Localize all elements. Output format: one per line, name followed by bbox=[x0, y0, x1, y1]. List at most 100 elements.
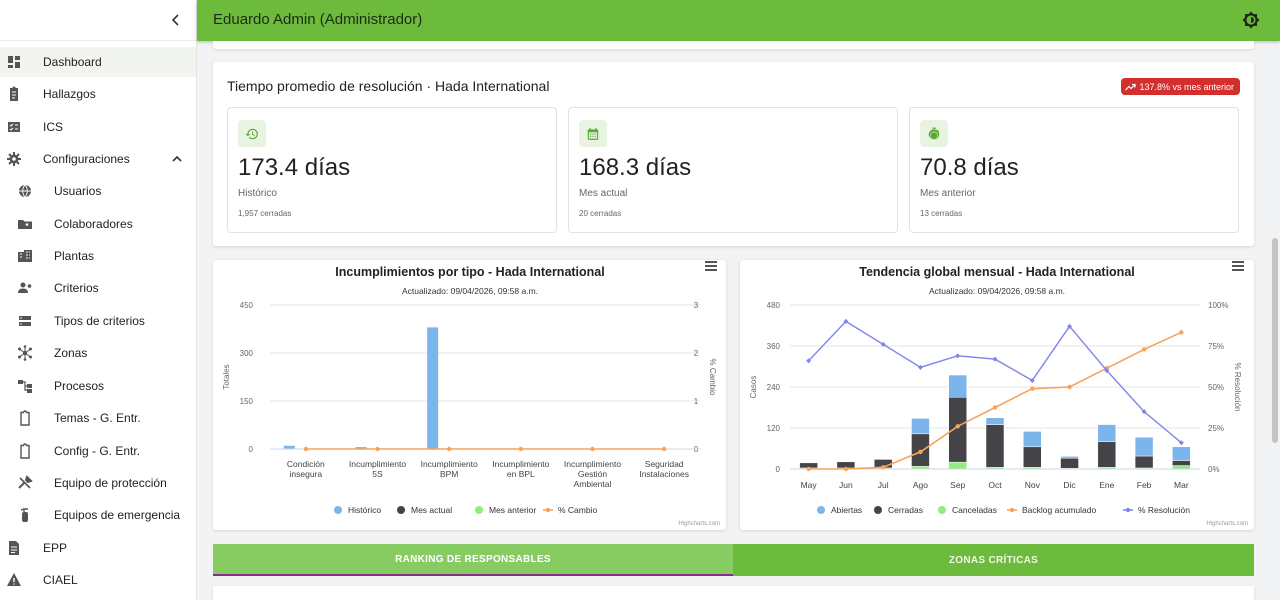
sidebar-item-zonas[interactable]: Zonas bbox=[0, 338, 196, 368]
y-tick-label: 120 bbox=[767, 424, 781, 433]
sidebar-item-configuraciones[interactable]: Configuraciones bbox=[0, 144, 196, 174]
stat-value: 173.4 días bbox=[238, 154, 351, 181]
stat-detail: 20 cerradas bbox=[579, 209, 622, 218]
x-tick-label: Incumplimiento bbox=[492, 459, 549, 469]
sidebar-item-ciael[interactable]: CIAEL bbox=[0, 565, 196, 595]
sidebar-item-temas-g-entr[interactable]: Temas - G. Entr. bbox=[0, 403, 196, 433]
point-backlog bbox=[918, 449, 923, 455]
stat-label: Mes anterior bbox=[920, 188, 976, 199]
bar-cerradas bbox=[1060, 457, 1079, 469]
y-axis-label: Totales bbox=[222, 364, 231, 389]
y2-tick-label: 75% bbox=[1208, 342, 1224, 351]
tab-ranking-responsables[interactable]: RANKING DE RESPONSABLES bbox=[213, 544, 733, 576]
page-scrollbar[interactable] bbox=[1272, 238, 1278, 443]
person-gear-icon bbox=[18, 282, 32, 293]
legend-marker bbox=[334, 506, 342, 514]
x-tick-label: Jun bbox=[839, 480, 853, 490]
chart-tendencia-svg: Tendencia global mensual - Hada Internat… bbox=[749, 265, 1248, 527]
sidebar-item-epp[interactable]: EPP bbox=[0, 533, 196, 563]
point-backlog bbox=[992, 405, 998, 410]
point-cambio bbox=[518, 446, 524, 452]
sidebar-item-colaboradores[interactable]: Colaboradores bbox=[0, 209, 196, 239]
sidebar-item-label: Hallazgos bbox=[43, 87, 96, 101]
y2-tick-label: 1 bbox=[694, 397, 699, 406]
x-tick-label: Instalaciones bbox=[639, 469, 689, 479]
bar-cerradas bbox=[1134, 455, 1154, 469]
bar-cerradas bbox=[1172, 460, 1191, 466]
x-tick-label: Gestión bbox=[578, 469, 608, 479]
chart-menu-icon[interactable] bbox=[704, 260, 718, 272]
sidebar-item-plantas[interactable]: Plantas bbox=[0, 241, 196, 271]
sidebar-item-tipos-de-criterios[interactable]: Tipos de criterios bbox=[0, 306, 196, 336]
chart-menu-icon[interactable] bbox=[1231, 260, 1245, 272]
x-tick-label: Incumplimiento bbox=[564, 459, 621, 469]
x-tick-label: Nov bbox=[1025, 480, 1041, 490]
point-backlog bbox=[806, 466, 811, 472]
clipboard-outline-icon bbox=[20, 443, 30, 459]
legend-label: Mes anterior bbox=[489, 505, 536, 515]
x-tick-label: Sep bbox=[950, 480, 965, 490]
bar-abiertas bbox=[948, 374, 967, 398]
chevron-left-icon[interactable] bbox=[168, 12, 184, 28]
point-cambio bbox=[590, 446, 595, 452]
legend-marker bbox=[545, 507, 551, 513]
sidebar-item-label: Config - G. Entr. bbox=[54, 444, 141, 458]
bar-abiertas bbox=[1097, 424, 1117, 442]
sidebar-item-criterios[interactable]: Criterios bbox=[0, 273, 196, 303]
clipboard-outline-icon bbox=[20, 410, 30, 426]
sidebar-item-label: Criterios bbox=[54, 281, 99, 295]
sidebar-item-ics[interactable]: ICS bbox=[0, 112, 196, 142]
legend-label: Mes actual bbox=[411, 505, 452, 515]
sidebar-item-label: Tipos de criterios bbox=[54, 314, 145, 328]
tools-icon bbox=[18, 475, 33, 489]
legend-marker bbox=[938, 506, 946, 514]
y-tick-label: 150 bbox=[240, 397, 254, 406]
dashboard-icon bbox=[8, 56, 20, 68]
sidebar-item-label: Dashboard bbox=[43, 55, 102, 69]
bar-abiertas bbox=[1134, 436, 1154, 457]
sidebar-item-hallazgos[interactable]: Hallazgos bbox=[0, 79, 196, 109]
sidebar-item-usuarios[interactable]: Usuarios bbox=[0, 176, 196, 206]
y2-tick-label: 2 bbox=[694, 349, 699, 358]
x-tick-label: Ambiental bbox=[574, 479, 612, 489]
sidebar-item-equipos-de-emergencia[interactable]: Equipos de emergencia bbox=[0, 500, 196, 530]
sidebar-item-equipo-de-protección[interactable]: Equipo de protección bbox=[0, 468, 196, 498]
y-tick-label: 360 bbox=[767, 342, 781, 351]
x-tick-label: Oct bbox=[988, 480, 1002, 490]
x-tick-label: Incumplimiento bbox=[421, 459, 478, 469]
sidebar-item-procesos[interactable]: Procesos bbox=[0, 371, 196, 401]
tab-zonas-criticas[interactable]: ZONAS CRÍTICAS bbox=[733, 544, 1254, 576]
gear-icon bbox=[7, 152, 21, 166]
sidebar-item-label: Usuarios bbox=[54, 184, 102, 198]
sidebar-item-label: Procesos bbox=[54, 379, 105, 393]
point-backlog bbox=[1067, 384, 1072, 390]
chart-credit: Highcharts.com bbox=[678, 521, 720, 527]
user-title: Eduardo Admin (Administrador) bbox=[213, 11, 423, 28]
brightness-icon[interactable] bbox=[1242, 11, 1260, 29]
y2-tick-label: 3 bbox=[694, 301, 699, 310]
sidebar: Dashboard Hallazgos ICS Configuraciones Usua… bbox=[0, 0, 197, 600]
stat-detail: 1,957 cerradas bbox=[238, 209, 292, 218]
point-cambio bbox=[375, 446, 380, 452]
hub-icon bbox=[18, 345, 32, 361]
legend-label: Abiertas bbox=[831, 505, 862, 515]
legend-marker bbox=[397, 506, 405, 514]
legend-marker bbox=[874, 506, 882, 514]
sidebar-item-dashboard[interactable]: Dashboard bbox=[0, 47, 196, 77]
stat-label: Histórico bbox=[238, 188, 277, 199]
x-tick-label: 5S bbox=[372, 469, 383, 479]
point-backlog bbox=[880, 465, 886, 470]
legend-marker bbox=[817, 506, 825, 514]
point-backlog bbox=[1030, 386, 1035, 391]
chevron-up-icon[interactable] bbox=[170, 152, 184, 166]
stat-value: 70.8 días bbox=[920, 154, 1019, 181]
clipboard-icon bbox=[10, 86, 18, 101]
chart-tendencia: Tendencia global mensual - Hada Internat… bbox=[740, 260, 1254, 530]
sidebar-item-config-g-entr[interactable]: Config - G. Entr. bbox=[0, 436, 196, 466]
bar-canceladas bbox=[948, 461, 967, 470]
y2-axis-label: % Resolución bbox=[1233, 363, 1242, 412]
bar-cerradas bbox=[985, 424, 1005, 468]
sidebar-item-label: Temas - G. Entr. bbox=[54, 411, 141, 425]
y2-axis-label: % Cambio bbox=[708, 359, 717, 396]
legend-marker bbox=[1125, 507, 1131, 513]
